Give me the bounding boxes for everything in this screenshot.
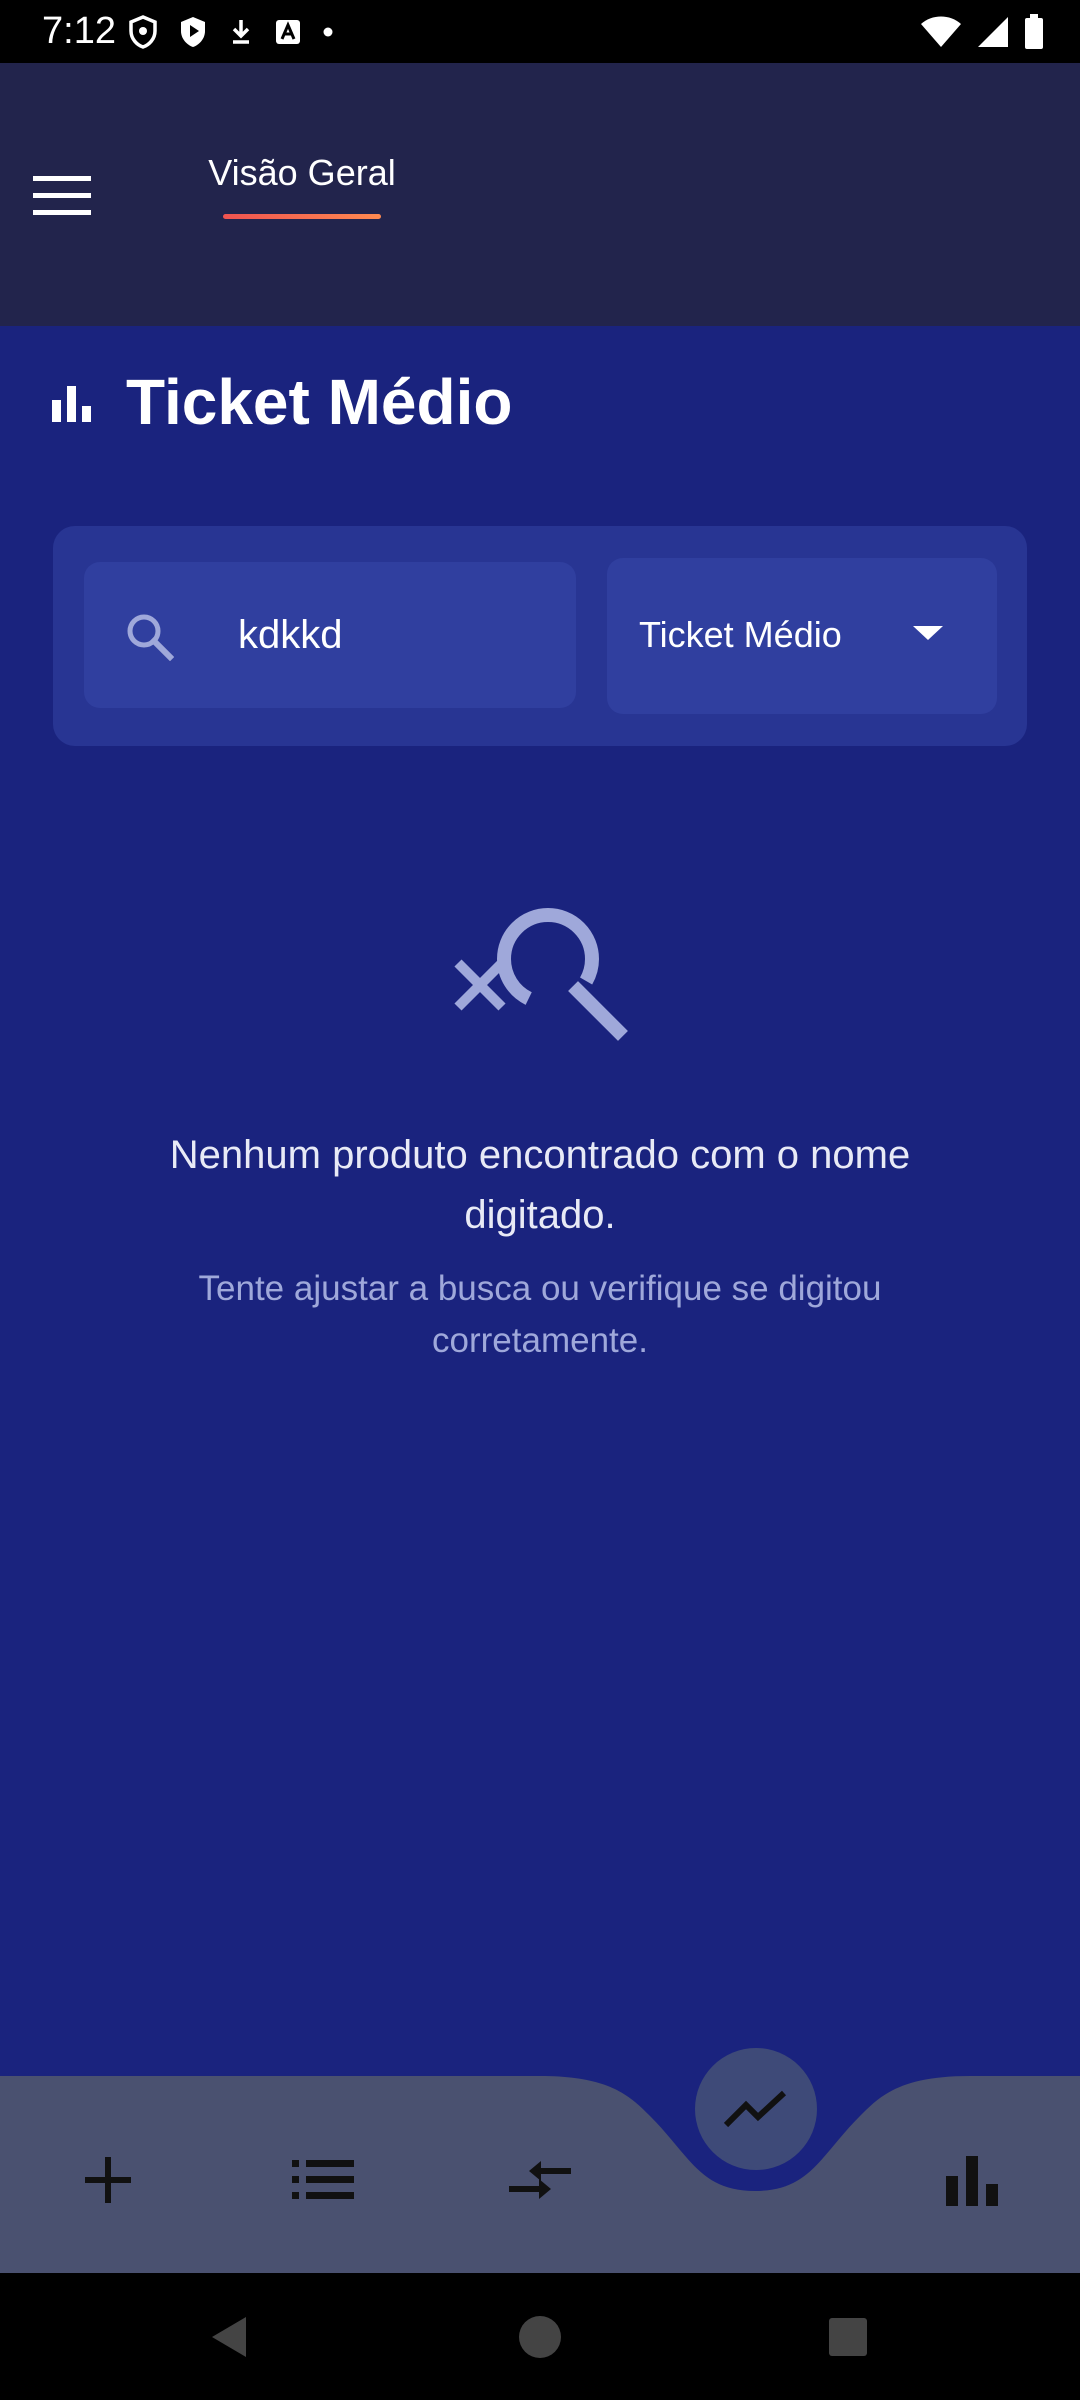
search-input[interactable]	[238, 600, 558, 670]
home-icon	[519, 2316, 561, 2358]
search-field[interactable]	[84, 562, 576, 708]
translate-icon	[276, 20, 300, 44]
nav-compare-button[interactable]	[500, 2140, 580, 2220]
menu-button[interactable]	[24, 158, 100, 234]
empty-state: Nenhum produto encontrado com o nome dig…	[0, 901, 1080, 1367]
status-time: 7:12	[42, 10, 116, 52]
bar-chart-icon	[946, 2156, 998, 2206]
bar-chart-icon	[52, 386, 91, 422]
search-icon	[127, 614, 174, 661]
metric-dropdown-value: Ticket Médio	[639, 614, 842, 655]
tab-indicator	[223, 214, 381, 219]
system-navigation-bar	[0, 2273, 1080, 2400]
empty-state-title: Nenhum produto encontrado com o nome dig…	[169, 1133, 911, 1237]
status-notification-icons	[128, 12, 334, 52]
play-protect-icon	[181, 17, 205, 47]
shield-icon	[129, 15, 157, 49]
tab-overview[interactable]: Visão Geral	[190, 148, 414, 238]
search-off-icon	[454, 908, 628, 1041]
system-recents-button[interactable]	[818, 2307, 878, 2367]
top-app-bar: Visão Geral	[0, 63, 1080, 326]
list-icon	[292, 2160, 354, 2199]
nav-bar-chart-button[interactable]	[932, 2140, 1012, 2220]
dot-icon	[323, 27, 333, 37]
metric-dropdown[interactable]: Ticket Médio	[607, 558, 997, 714]
empty-state-subtitle: Tente ajustar a busca ou verifique se di…	[198, 1269, 882, 1360]
download-icon	[232, 20, 250, 44]
back-icon	[212, 2317, 246, 2357]
bottom-navigation	[0, 2076, 1080, 2273]
wifi-icon	[921, 16, 961, 47]
status-system-icons	[920, 12, 1044, 52]
filter-card: Ticket Médio	[53, 526, 1027, 746]
tab-overview-label: Visão Geral	[208, 152, 396, 193]
compare-arrows-icon	[509, 2161, 571, 2199]
page-title: Ticket Médio	[126, 366, 513, 438]
nav-add-button[interactable]	[68, 2140, 148, 2220]
nav-list-button[interactable]	[283, 2140, 363, 2220]
cellular-signal-icon	[978, 17, 1008, 47]
title-row: Ticket Médio	[48, 362, 512, 442]
system-back-button[interactable]	[198, 2307, 258, 2367]
trending-icon	[724, 2090, 787, 2128]
battery-icon	[1025, 14, 1043, 49]
recents-icon	[829, 2318, 867, 2356]
status-bar: 7:12	[0, 0, 1080, 63]
menu-icon	[33, 176, 91, 215]
add-icon	[85, 2157, 131, 2203]
main-content: Ticket Médio Ticket Médio Nenhum produto…	[0, 326, 1080, 2076]
system-home-button[interactable]	[510, 2307, 570, 2367]
nav-trending-fab[interactable]	[695, 2048, 817, 2170]
dropdown-arrow-icon	[913, 626, 943, 640]
